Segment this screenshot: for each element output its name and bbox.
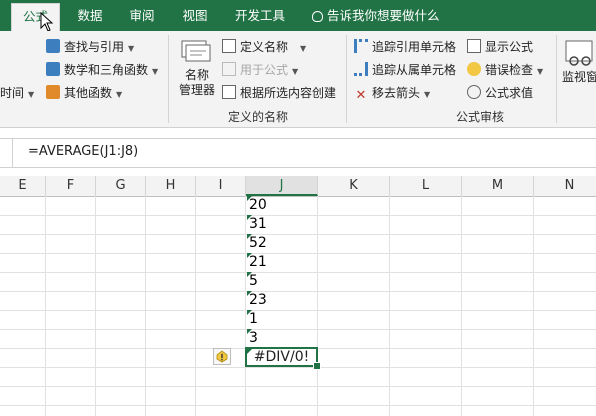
remove-arrows-icon: ✕ (355, 88, 367, 103)
name-manager-label-1: 名称 (184, 68, 209, 82)
create-from-selection-button[interactable]: 根据所选内容创建 (222, 83, 336, 103)
evaluate-formula-button[interactable]: 公式求值 (467, 83, 533, 103)
text-number-indicator (247, 215, 252, 220)
column-header-n[interactable]: N (534, 176, 596, 196)
column-header-m[interactable]: M (462, 176, 534, 196)
evaluate-formula-icon (467, 85, 481, 99)
chevron-down-icon: ▼ (537, 67, 544, 76)
column-header-i[interactable]: I (196, 176, 246, 196)
group-label-defined-names: 定义的名称 (228, 110, 289, 124)
cell-j4[interactable]: 21 (247, 253, 317, 272)
math-icon (46, 62, 60, 76)
tab-view[interactable]: 视图 (175, 0, 215, 31)
text-number-indicator (247, 253, 252, 258)
show-formulas-icon (467, 39, 481, 53)
cell-j7[interactable]: 1 (247, 310, 317, 329)
text-number-indicator (247, 291, 252, 296)
column-header-g[interactable]: G (96, 176, 146, 196)
chevron-down-icon: ▼ (424, 90, 431, 99)
tab-developer[interactable]: 开发工具 (228, 0, 292, 31)
error-checking-icon (467, 62, 481, 76)
column-header-f[interactable]: F (46, 176, 96, 196)
use-in-formula-button[interactable]: 用于公式 ▼ (222, 60, 298, 80)
column-header-j[interactable]: J (246, 176, 318, 196)
name-manager-icon (181, 40, 211, 62)
chevron-down-icon: ▼ (292, 67, 299, 76)
more-functions-button[interactable]: 其他函数 ▼ (46, 83, 122, 103)
text-number-indicator (247, 234, 252, 239)
define-name-icon (222, 39, 236, 53)
formula-input[interactable]: =AVERAGE(J1:J8) (28, 144, 138, 159)
create-from-selection-icon (222, 85, 236, 99)
tell-me-search[interactable]: 告诉我你想要做什么 (312, 0, 462, 31)
chevron-down-icon: ▼ (300, 44, 307, 53)
formula-bar: =AVERAGE(J1:J8) (0, 138, 596, 168)
warning-icon (216, 350, 228, 363)
cell-j1[interactable]: 20 (247, 196, 317, 215)
chevron-down-icon: ▼ (28, 90, 35, 99)
column-header-l[interactable]: L (390, 176, 462, 196)
text-number-indicator (247, 310, 252, 315)
remove-arrows-button[interactable]: ✕ 移去箭头 ▼ (354, 83, 431, 103)
column-header-k[interactable]: K (318, 176, 390, 196)
watch-window-button[interactable]: 监视窗 (562, 39, 596, 85)
mouse-cursor-icon (40, 12, 54, 32)
column-header-h[interactable]: H (146, 176, 196, 196)
ribbon-separator (556, 35, 557, 123)
trace-dependents-button[interactable]: 追踪从属单元格 (354, 60, 456, 80)
error-checking-button[interactable]: 错误检查 ▼ (467, 60, 543, 80)
ribbon-separator (346, 35, 347, 123)
fill-handle[interactable] (313, 362, 321, 370)
error-smart-tag-button[interactable] (213, 348, 231, 365)
define-name-button[interactable]: 定义名称 ▼ (222, 37, 306, 57)
ribbon-tab-bar: 公式 数据 审阅 视图 开发工具 告诉我你想要做什么 (0, 0, 596, 32)
text-number-indicator (247, 329, 252, 334)
use-in-formula-icon (222, 62, 236, 76)
lookup-icon (46, 39, 60, 53)
lookup-reference-button[interactable]: 查找与引用 ▼ (46, 37, 134, 57)
text-number-indicator (247, 272, 252, 277)
chevron-down-icon: ▼ (116, 90, 123, 99)
cell-j2[interactable]: 31 (247, 215, 317, 234)
column-header-row: E F G H I J K L M N (0, 176, 596, 197)
cell-j6[interactable]: 23 (247, 291, 317, 310)
tab-review[interactable]: 审阅 (122, 0, 162, 31)
name-manager-button[interactable]: 名称 管理器 (176, 37, 218, 103)
math-trig-button[interactable]: 数学和三角函数 ▼ (46, 60, 158, 80)
show-formulas-button[interactable]: 显示公式 (467, 37, 533, 57)
tell-me-text: 告诉我你想要做什么 (327, 8, 440, 23)
error-indicator (247, 349, 252, 354)
name-manager-label-2: 管理器 (178, 83, 215, 97)
chevron-down-icon: ▼ (152, 67, 159, 76)
text-number-indicator (247, 196, 252, 201)
watch-window-icon (565, 40, 593, 66)
cell-j9-active[interactable]: #DIV/0! (245, 347, 318, 367)
trace-precedents-icon (354, 39, 368, 53)
column-header-e[interactable]: E (0, 176, 46, 196)
ribbon-separator (168, 35, 169, 123)
cell-j5[interactable]: 5 (247, 272, 317, 291)
trace-dependents-icon (354, 62, 368, 76)
cell-j3[interactable]: 52 (247, 234, 317, 253)
chevron-down-icon: ▼ (128, 44, 135, 53)
group-label-formula-auditing: 公式审核 (456, 110, 505, 124)
date-time-button[interactable]: 时间 ▼ (0, 83, 34, 103)
ribbon-panel: 时间 ▼ 查找与引用 ▼ 数学和三角函数 ▼ 其他函数 ▼ 名称 管理器 定义名称 ▼ 用… (0, 31, 596, 128)
formula-bar-divider (0, 139, 13, 167)
cell-j8[interactable]: 3 (247, 329, 317, 348)
trace-precedents-button[interactable]: 追踪引用单元格 (354, 37, 456, 57)
lightbulb-icon (312, 11, 323, 22)
more-functions-icon (46, 85, 60, 99)
tab-data[interactable]: 数据 (70, 0, 110, 31)
cell-j9-result: #DIV/0! (253, 349, 310, 365)
